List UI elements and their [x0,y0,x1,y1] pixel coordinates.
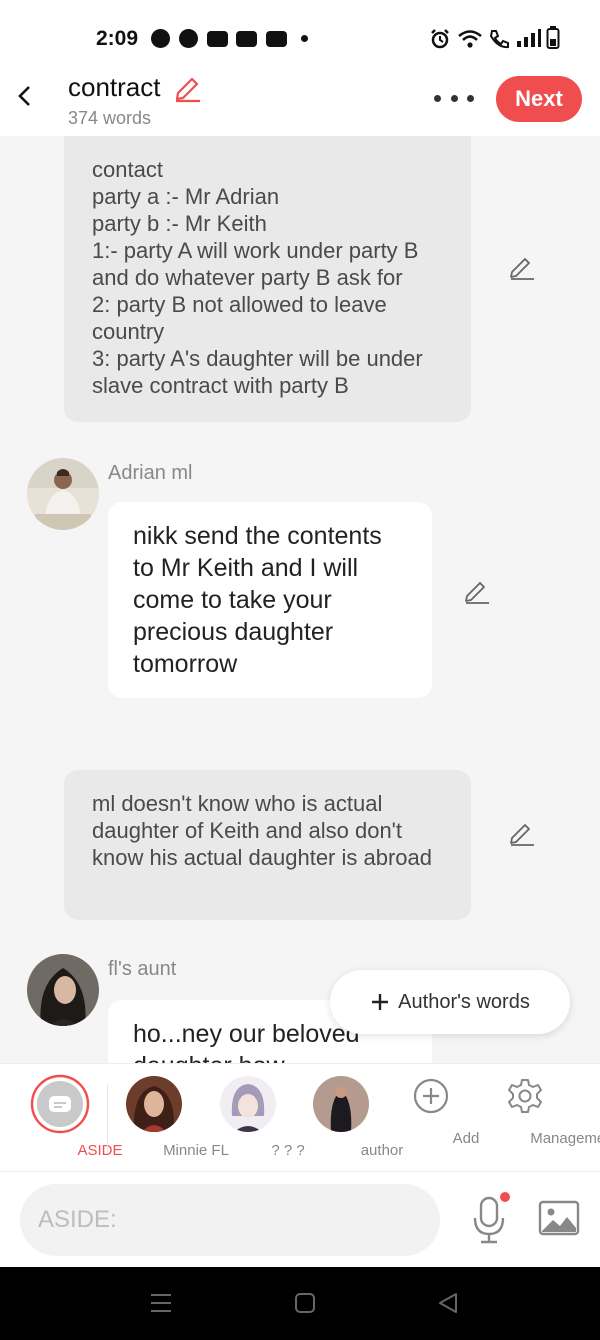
edit-icon[interactable] [508,820,536,848]
avatar[interactable] [27,458,99,530]
add-icon [413,1078,449,1114]
menu-icon[interactable] [150,1293,172,1313]
home-icon[interactable] [294,1292,316,1314]
character-label: Management [530,1130,600,1147]
dot-icon [434,94,441,102]
alarm-icon [431,29,449,49]
dot-icon [467,94,474,102]
youtube-icon [207,31,228,47]
dialogue-bubble[interactable]: nikk send the contents to Mr Keith and I… [108,502,432,698]
microphone-icon[interactable] [470,1192,510,1244]
chat-bubble-icon [179,29,198,48]
header: contract 374 words Next [0,70,600,136]
speaker-name: fl's aunt [108,958,177,980]
speaker-name: Adrian ml [108,462,193,484]
message-text: nikk send the contents to Mr Keith and I… [133,522,382,678]
status-time: 2:09 [96,27,139,50]
plus-icon [372,994,389,1010]
dot-icon [450,94,458,102]
app-icon [266,31,287,47]
character-bar: ASIDE Minnie FL ? ? ? author Add Managem [0,1063,600,1171]
status-bar: 2:09 [0,0,600,70]
divider [107,1084,108,1154]
add-character-button[interactable]: Add [396,1064,479,1172]
edit-icon[interactable] [463,578,491,606]
message-text: ml doesn't know who is actual daughter o… [92,791,432,870]
avatar[interactable] [27,954,99,1026]
authors-words-button[interactable]: Author's words [330,970,570,1034]
input-bar [0,1171,600,1267]
battery-icon [546,26,560,49]
wifi-icon [458,30,482,48]
back-nav-icon[interactable] [437,1292,459,1314]
character-unknown[interactable]: ? ? ? [208,1064,305,1172]
avatar [220,1076,276,1132]
avatar [313,1076,369,1132]
narration-message[interactable]: ml doesn't know who is actual daughter o… [64,770,471,920]
management-button[interactable]: Management [476,1064,600,1172]
app-root: 2:09 contract 374 words Next contact par… [0,0,600,1340]
character-aside[interactable]: ASIDE [20,1064,123,1172]
back-icon[interactable] [14,84,38,108]
character-minnie-fl[interactable]: Minnie FL [112,1064,229,1172]
paytm-icon [236,31,257,47]
word-count: 374 words [68,108,152,128]
message-text: contact party a :- Mr Adrian party b :- … [92,157,423,398]
aside-icon [30,1074,90,1134]
wifi-call-icon [489,30,509,49]
next-button[interactable]: Next [496,76,582,122]
signal-icon [517,29,541,47]
system-nav-bar [0,1267,600,1340]
narration-message[interactable]: contact party a :- Mr Adrian party b :- … [64,136,471,422]
pencil-icon[interactable] [172,74,202,104]
page-title: contract [68,72,161,102]
avatar [126,1076,182,1132]
gear-icon [508,1079,542,1113]
aside-input[interactable] [20,1184,440,1256]
jio-icon [151,29,170,48]
more-options-button[interactable] [434,90,474,106]
chat-area[interactable]: contact party a :- Mr Adrian party b :- … [0,136,600,1063]
authors-words-label: Author's words [398,990,530,1013]
edit-icon[interactable] [508,254,536,282]
image-icon[interactable] [538,1198,580,1238]
character-author[interactable]: author [300,1064,403,1172]
dot-icon [301,35,308,42]
